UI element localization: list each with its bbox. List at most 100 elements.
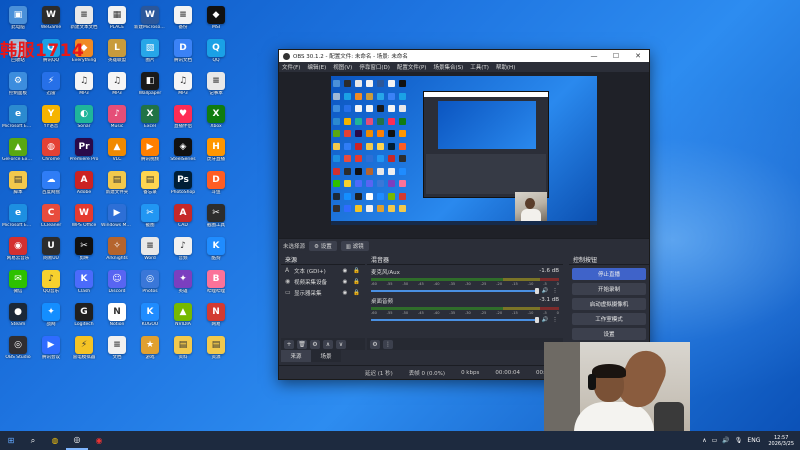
- desktop-icon[interactable]: Q QQ: [200, 37, 232, 69]
- desktop-icon[interactable]: K 酷狗: [200, 235, 232, 267]
- menu-file[interactable]: 文件(F): [282, 63, 300, 71]
- move-up-button[interactable]: ∧: [323, 339, 333, 349]
- desktop-icon[interactable]: W WPS Office: [68, 202, 100, 234]
- desktop-icon[interactable]: C CCleaner: [35, 202, 67, 234]
- desktop-icon[interactable]: ♫ MP3: [101, 70, 133, 102]
- mixer-settings-button[interactable]: ⚙: [370, 339, 380, 349]
- source-item-display-capture[interactable]: ▭ 显示器采集 ◉ 🔒: [281, 287, 365, 298]
- desktop-icon[interactable]: ▤ 资源: [200, 334, 232, 366]
- record-app-icon[interactable]: ◉: [88, 431, 110, 450]
- desktop-icon[interactable]: ◍ Chrome: [35, 136, 67, 168]
- speaker-icon[interactable]: 🔊: [541, 288, 549, 294]
- desktop-icon[interactable]: ♪ 音频: [167, 235, 199, 267]
- desktop-icon[interactable]: G Logitech: [68, 301, 100, 333]
- desktop-icon[interactable]: N 网易: [200, 301, 232, 333]
- desktop-icon[interactable]: A CAD: [167, 202, 199, 234]
- add-source-button[interactable]: +: [284, 339, 294, 349]
- desktop-icon[interactable]: X Xbox: [200, 103, 232, 135]
- volume-slider[interactable]: [371, 317, 539, 323]
- desktop-icon[interactable]: ≡ 备份: [167, 4, 199, 36]
- source-properties-button[interactable]: ⚙ 设置: [309, 240, 337, 251]
- desktop-icon[interactable]: ☺ Discord: [101, 268, 133, 300]
- desktop-icon[interactable]: ♪ QQ音乐: [35, 268, 67, 300]
- kebab-menu-icon[interactable]: ⋮: [551, 317, 559, 323]
- desktop-icon[interactable]: A Adobe: [68, 169, 100, 201]
- desktop-icon[interactable]: ⚡ 迅雷: [35, 70, 67, 102]
- desktop-icon[interactable]: ▶ 腾讯视频: [134, 136, 166, 168]
- desktop-icon[interactable]: ♫ MP3: [68, 70, 100, 102]
- desktop-icon[interactable]: ★ 游戏: [134, 334, 166, 366]
- desktop-icon[interactable]: ● Steam: [2, 301, 34, 333]
- desktop-icon[interactable]: ⚙ 控制面板: [2, 70, 34, 102]
- desktop-icon[interactable]: ◧ Wallpaper: [134, 70, 166, 102]
- desktop-icon[interactable]: ▤ 新建文件夹: [101, 169, 133, 201]
- visibility-lock-icons[interactable]: ◉ 🔒: [343, 279, 362, 285]
- desktop-icon[interactable]: ☁ 百度网盘: [35, 169, 67, 201]
- desktop-icon[interactable]: ◎ Photos: [134, 268, 166, 300]
- remove-source-button[interactable]: 🗑: [297, 339, 307, 349]
- preview-canvas[interactable]: [331, 76, 597, 225]
- desktop-icon[interactable]: ▲GeForce Experience: [2, 136, 34, 168]
- menu-docks[interactable]: 停靠窗口(D): [359, 63, 390, 71]
- source-settings-button[interactable]: ⚙: [310, 339, 320, 349]
- microphone-icon[interactable]: 🎙: [735, 437, 743, 444]
- desktop-icon[interactable]: ▶ 腾讯会议: [35, 334, 67, 366]
- tab-scenes[interactable]: 场景: [311, 350, 341, 362]
- studio-mode-button[interactable]: 工作室模式: [572, 313, 646, 325]
- menu-help[interactable]: 帮助(H): [496, 63, 515, 71]
- desktop-icon[interactable]: ≡ 记事本: [200, 70, 232, 102]
- desktop-icon[interactable]: K KUGOU: [134, 301, 166, 333]
- desktop-icon[interactable]: D 腾讯文档: [167, 37, 199, 69]
- source-item-text[interactable]: A 文本 (GDI+) ◉ 🔒: [281, 265, 365, 276]
- windows-start-icon[interactable]: ⊞: [0, 431, 22, 450]
- source-filters-button[interactable]: ▥ 滤镜: [340, 240, 369, 251]
- desktop-icon[interactable]: B 哔哩哔哩: [200, 268, 232, 300]
- stop-streaming-button[interactable]: 停止直播: [572, 268, 646, 280]
- desktop-icon[interactable]: ▣ 此电脑: [2, 4, 34, 36]
- maximize-button[interactable]: ☐: [605, 52, 627, 60]
- desktop-icon[interactable]: ▶ Windows Media: [101, 202, 133, 234]
- obs-taskbar-icon[interactable]: ◎: [66, 431, 88, 450]
- desktop-icon[interactable]: H 虎牙直播: [200, 136, 232, 168]
- desktop-icon[interactable]: U 网易UU: [35, 235, 67, 267]
- desktop-icon[interactable]: ✦ 战网: [35, 301, 67, 333]
- desktop-icon[interactable]: Pr Premiere Pro: [68, 136, 100, 168]
- desktop-icon[interactable]: ✂ 剪映: [68, 235, 100, 267]
- tab-sources[interactable]: 来源: [281, 350, 311, 362]
- desktop-icon[interactable]: e Microsoft Edge: [2, 103, 34, 135]
- desktop-icon[interactable]: ▤ 资料: [167, 334, 199, 366]
- desktop-icon[interactable]: ≡ 新建文本文档: [68, 4, 100, 36]
- volume-slider[interactable]: [371, 288, 539, 294]
- settings-button[interactable]: 设置: [572, 328, 646, 340]
- desktop-icon[interactable]: L 英雄联盟: [101, 37, 133, 69]
- start-virtual-camera-button[interactable]: 启动虚拟摄像机: [572, 298, 646, 310]
- desktop-icon[interactable]: Y YY语音: [35, 103, 67, 135]
- volume-icon[interactable]: 🔊: [722, 437, 729, 444]
- desktop-icon[interactable]: ≡ Word: [134, 235, 166, 267]
- desktop-icon[interactable]: ▲ VLC: [101, 136, 133, 168]
- chevron-up-icon[interactable]: ∧: [702, 437, 706, 444]
- start-recording-button[interactable]: 开始录制: [572, 283, 646, 295]
- desktop-icon[interactable]: ◐ Sonar: [68, 103, 100, 135]
- desktop-icon[interactable]: W WeGame: [35, 4, 67, 36]
- desktop-icon[interactable]: W新建Microsoft Word: [134, 4, 166, 36]
- desktop-icon[interactable]: ♥ 直播伴侣: [167, 103, 199, 135]
- menu-view[interactable]: 视图(V): [333, 63, 352, 71]
- clock[interactable]: 12:57 2026/3/25: [768, 435, 794, 447]
- desktop-icon[interactable]: ✂ 截图工具: [200, 202, 232, 234]
- desktop-icon[interactable]: ⚡ 雷电模拟器: [68, 334, 100, 366]
- desktop-icon[interactable]: X Excel: [134, 103, 166, 135]
- desktop-icon[interactable]: K Clash: [68, 268, 100, 300]
- menu-edit[interactable]: 编辑(E): [307, 63, 326, 71]
- network-icon[interactable]: ▭: [712, 437, 718, 444]
- menu-scene-collection[interactable]: 场景集合(S): [433, 63, 463, 71]
- desktop-icon[interactable]: ◈ SteelSeries: [167, 136, 199, 168]
- desktop-icon[interactable]: ▦ PLACE: [101, 4, 133, 36]
- desktop-icon[interactable]: ✉ 微信: [2, 268, 34, 300]
- visibility-lock-icons[interactable]: ◉ 🔒: [343, 290, 362, 296]
- visibility-lock-icons[interactable]: ◉ 🔒: [343, 268, 362, 274]
- desktop-icon[interactable]: ◉ 网易云音乐: [2, 235, 34, 267]
- desktop-icon[interactable]: ◎ OBS Studio: [2, 334, 34, 366]
- desktop-icon[interactable]: ▲ NVIDIA: [167, 301, 199, 333]
- desktop-icon[interactable]: D 斗鱼: [200, 169, 232, 201]
